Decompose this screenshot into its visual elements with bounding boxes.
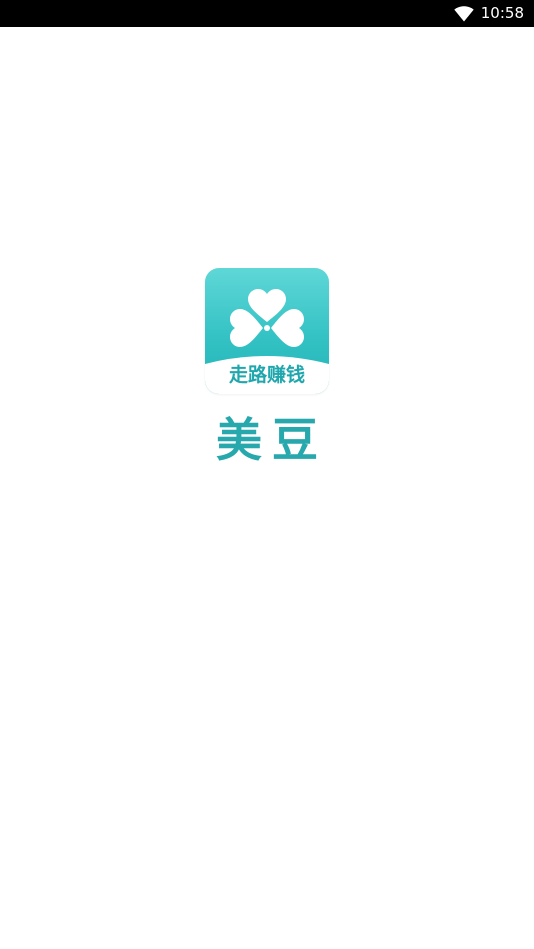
app-logo: 走路赚钱	[205, 268, 329, 394]
splash-screen: 10:58 走路赚钱 美豆	[0, 0, 534, 949]
wifi-icon	[454, 5, 474, 21]
app-name: 美豆	[216, 413, 328, 467]
status-indicators: 10:58	[454, 0, 524, 27]
status-bar: 10:58	[0, 0, 534, 27]
status-time: 10:58	[480, 4, 524, 22]
splash-content: 走路赚钱 美豆	[0, 268, 534, 468]
clover-hearts-icon	[230, 289, 304, 347]
logo-slogan: 走路赚钱	[228, 364, 305, 386]
logo-banner: 走路赚钱	[205, 354, 329, 394]
